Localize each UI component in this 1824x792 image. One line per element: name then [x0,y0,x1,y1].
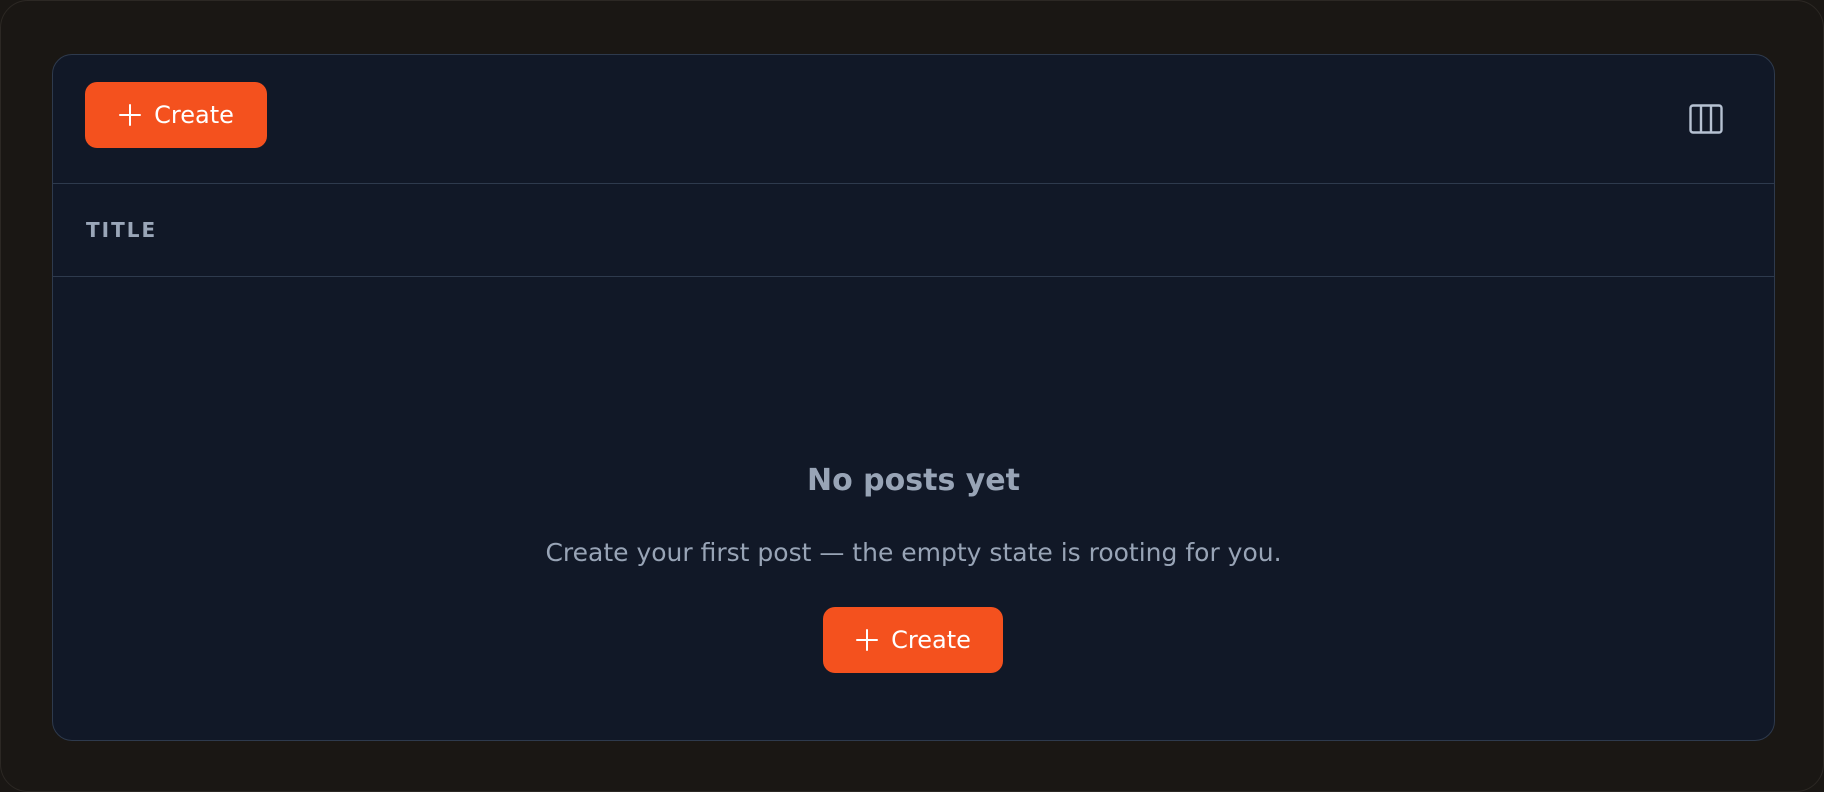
plus-icon [118,103,142,127]
posts-panel: Create TITLE No posts yet Create your fi… [52,54,1775,741]
empty-state-title: No posts yet [807,463,1020,498]
create-button[interactable]: Create [85,82,267,148]
plus-icon [855,628,879,652]
columns-toggle-button[interactable] [1686,101,1726,141]
app-window: Create TITLE No posts yet Create your fi… [0,0,1824,792]
table-header: TITLE [53,184,1774,277]
empty-state-create-button[interactable]: Create [823,607,1003,673]
columns-icon [1689,104,1723,138]
column-header-title[interactable]: TITLE [86,184,157,276]
empty-state-create-label: Create [891,626,971,654]
create-button-label: Create [154,101,234,129]
empty-state: No posts yet Create your first post — th… [53,277,1774,739]
toolbar: Create [53,55,1774,184]
empty-state-description: Create your first post — the empty state… [545,538,1282,567]
